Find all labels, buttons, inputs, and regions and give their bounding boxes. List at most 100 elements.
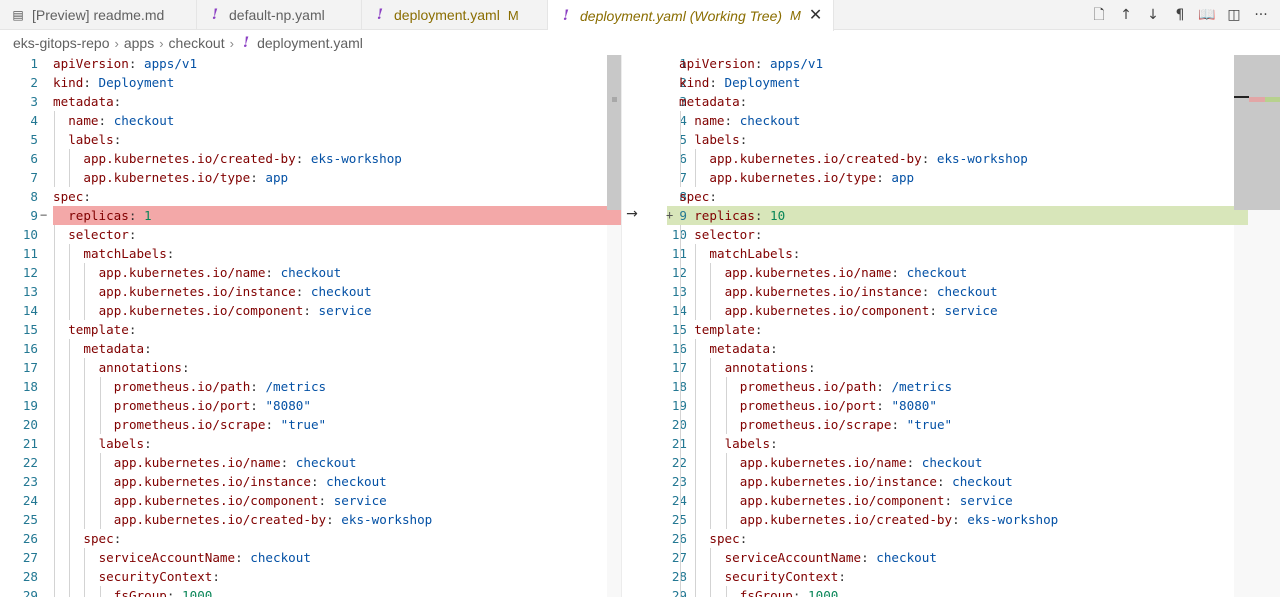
code-line[interactable]: 29 fsGroup: 1000 (622, 585, 1280, 597)
code-line[interactable]: 7 app.kubernetes.io/type: app (0, 167, 622, 187)
code-line[interactable]: 12 app.kubernetes.io/name: checkout (0, 262, 622, 282)
code-line[interactable]: 22 app.kubernetes.io/name: checkout (0, 452, 622, 472)
diff-divider[interactable] (621, 55, 622, 597)
code-line[interactable]: −9 replicas: 1 (0, 205, 622, 225)
code-line[interactable]: 14 app.kubernetes.io/component: service (622, 300, 1280, 320)
tab-default-np[interactable]: ! default-np.yaml (197, 0, 362, 30)
line-number: 20 (22, 416, 38, 432)
code-line[interactable]: 5 labels: (622, 129, 1280, 149)
pilcrow-icon[interactable]: ¶ (1171, 6, 1189, 24)
code-line[interactable]: +9 replicas: 10 (622, 205, 1280, 225)
book-icon[interactable]: 📖 (1198, 6, 1216, 24)
code-line[interactable]: 19 prometheus.io/port: "8080" (0, 395, 622, 415)
code-line[interactable]: 1 apiVersion: apps/v1 (0, 55, 622, 73)
code-line[interactable]: 16 metadata: (622, 338, 1280, 358)
code-line[interactable]: 26 spec: (622, 528, 1280, 548)
code-line[interactable]: 8 spec: (0, 187, 622, 206)
code-line[interactable]: 1 apiVersion: apps/v1 (622, 55, 1280, 73)
close-icon[interactable]: ✕ (809, 7, 822, 24)
indent-guide (84, 471, 86, 491)
breadcrumb-item[interactable]: checkout (169, 35, 225, 51)
original-editor[interactable]: 1 apiVersion: apps/v1 2 kind: Deployment 3 me… (0, 55, 622, 597)
code-line[interactable]: 28 securityContext: (622, 566, 1280, 586)
yaml-key: app.kubernetes.io/instance (113, 473, 311, 489)
tab-deployment-working-tree[interactable]: ! deployment.yaml (Working Tree) M ✕ (548, 0, 834, 31)
code-line[interactable]: 3 metadata: (0, 92, 622, 111)
breadcrumb-item[interactable]: deployment.yaml (257, 35, 363, 51)
code-line[interactable]: 21 labels: (0, 433, 622, 453)
indent-guide (69, 547, 71, 567)
code-line[interactable]: 26 spec: (0, 528, 622, 548)
yaml-value: app (891, 169, 915, 185)
code-line[interactable]: 2 kind: Deployment (622, 73, 1280, 92)
split-editor-icon[interactable]: ◫ (1225, 6, 1243, 24)
yaml-key: metadata (53, 93, 114, 109)
code-line[interactable]: 24 app.kubernetes.io/component: service (622, 490, 1280, 510)
code-line[interactable]: 13 app.kubernetes.io/instance: checkout (622, 281, 1280, 301)
revert-arrow-icon[interactable]: → (624, 205, 640, 224)
code-line[interactable]: 20 prometheus.io/scrape: "true" (0, 414, 622, 434)
yaml-value: checkout (113, 112, 175, 128)
breadcrumb-item[interactable]: apps (124, 35, 154, 51)
code-line[interactable]: 3 metadata: (622, 92, 1280, 111)
code-line[interactable]: 18 prometheus.io/path: /metrics (622, 376, 1280, 396)
line-number: 4 (30, 112, 38, 128)
code-line[interactable]: 19 prometheus.io/port: "8080" (622, 395, 1280, 415)
code-line[interactable]: 6 app.kubernetes.io/created-by: eks-works… (622, 148, 1280, 168)
code-line[interactable]: 7 app.kubernetes.io/type: app (622, 167, 1280, 187)
code-line[interactable]: 4 name: checkout (622, 110, 1280, 130)
code-line[interactable]: 10 selector: (0, 224, 622, 244)
breadcrumb-item[interactable]: eks-gitops-repo (13, 35, 110, 51)
code-line[interactable]: 2 kind: Deployment (0, 73, 622, 92)
line-number: 27 (649, 548, 687, 567)
code-line[interactable]: 11 matchLabels: (622, 243, 1280, 263)
code-line[interactable]: 25 app.kubernetes.io/created-by: eks-work… (622, 509, 1280, 529)
open-file-icon[interactable]: 🗋 (1090, 6, 1108, 24)
scrollbar-thumb[interactable] (607, 55, 621, 210)
code-line[interactable]: 18 prometheus.io/path: /metrics (0, 376, 622, 396)
yaml-colon: : (310, 473, 327, 489)
indent-guide (84, 281, 86, 301)
code-line[interactable]: 15 template: (622, 319, 1280, 339)
code-line[interactable]: 29 fsGroup: 1000 (0, 585, 622, 597)
code-line[interactable]: 28 securityContext: (0, 566, 622, 586)
code-line[interactable]: 8 spec: (622, 187, 1280, 206)
yaml-key: prometheus.io/scrape (739, 416, 892, 432)
code-line[interactable]: 16 metadata: (0, 338, 622, 358)
code-line[interactable]: 13 app.kubernetes.io/instance: checkout (0, 281, 622, 301)
code-line[interactable]: 17 annotations: (622, 357, 1280, 377)
yaml-key: securityContext (724, 568, 839, 584)
code-line[interactable]: 23 app.kubernetes.io/instance: checkout (622, 471, 1280, 491)
scrollbar-marker (612, 97, 617, 102)
code-line[interactable]: 6 app.kubernetes.io/created-by: eks-works… (0, 148, 622, 168)
code-line[interactable]: 14 app.kubernetes.io/component: service (0, 300, 622, 320)
code-line[interactable]: 11 matchLabels: (0, 243, 622, 263)
yaml-key: kind (53, 74, 84, 90)
overview-ruler-slider[interactable] (1234, 55, 1280, 210)
code-line[interactable]: 12 app.kubernetes.io/name: checkout (622, 262, 1280, 282)
line-number: 2 (30, 74, 38, 90)
code-line[interactable]: 17 annotations: (0, 357, 622, 377)
yaml-colon: : (891, 416, 907, 432)
tab-deployment[interactable]: ! deployment.yaml M (362, 0, 548, 30)
indent-guide (54, 319, 55, 339)
arrow-down-icon[interactable]: ↓ (1144, 6, 1162, 24)
code-line[interactable]: 5 labels: (0, 129, 622, 149)
code-line[interactable]: 22 app.kubernetes.io/name: checkout (622, 452, 1280, 472)
code-line[interactable]: 24 app.kubernetes.io/component: service (0, 490, 622, 510)
code-line[interactable]: 4 name: checkout (0, 110, 622, 130)
code-line[interactable]: 10 selector: (622, 224, 1280, 244)
tab-readme-preview[interactable]: ▤ [Preview] readme.md (0, 0, 197, 30)
code-line[interactable]: 23 app.kubernetes.io/instance: checkout (0, 471, 622, 491)
yaml-key: labels (98, 435, 145, 451)
code-line[interactable]: 27 serviceAccountName: checkout (0, 547, 622, 567)
arrow-up-icon[interactable]: ↑ (1117, 6, 1135, 24)
code-line[interactable]: 21 labels: (622, 433, 1280, 453)
code-line[interactable]: 15 template: (0, 319, 622, 339)
more-icon[interactable]: ··· (1252, 6, 1270, 24)
indent-guide (725, 509, 727, 529)
code-line[interactable]: 27 serviceAccountName: checkout (622, 547, 1280, 567)
code-line[interactable]: 25 app.kubernetes.io/created-by: eks-work… (0, 509, 622, 529)
code-line[interactable]: 20 prometheus.io/scrape: "true" (622, 414, 1280, 434)
modified-editor[interactable]: 1 apiVersion: apps/v1 2 kind: Deployment 3 me… (622, 55, 1280, 597)
